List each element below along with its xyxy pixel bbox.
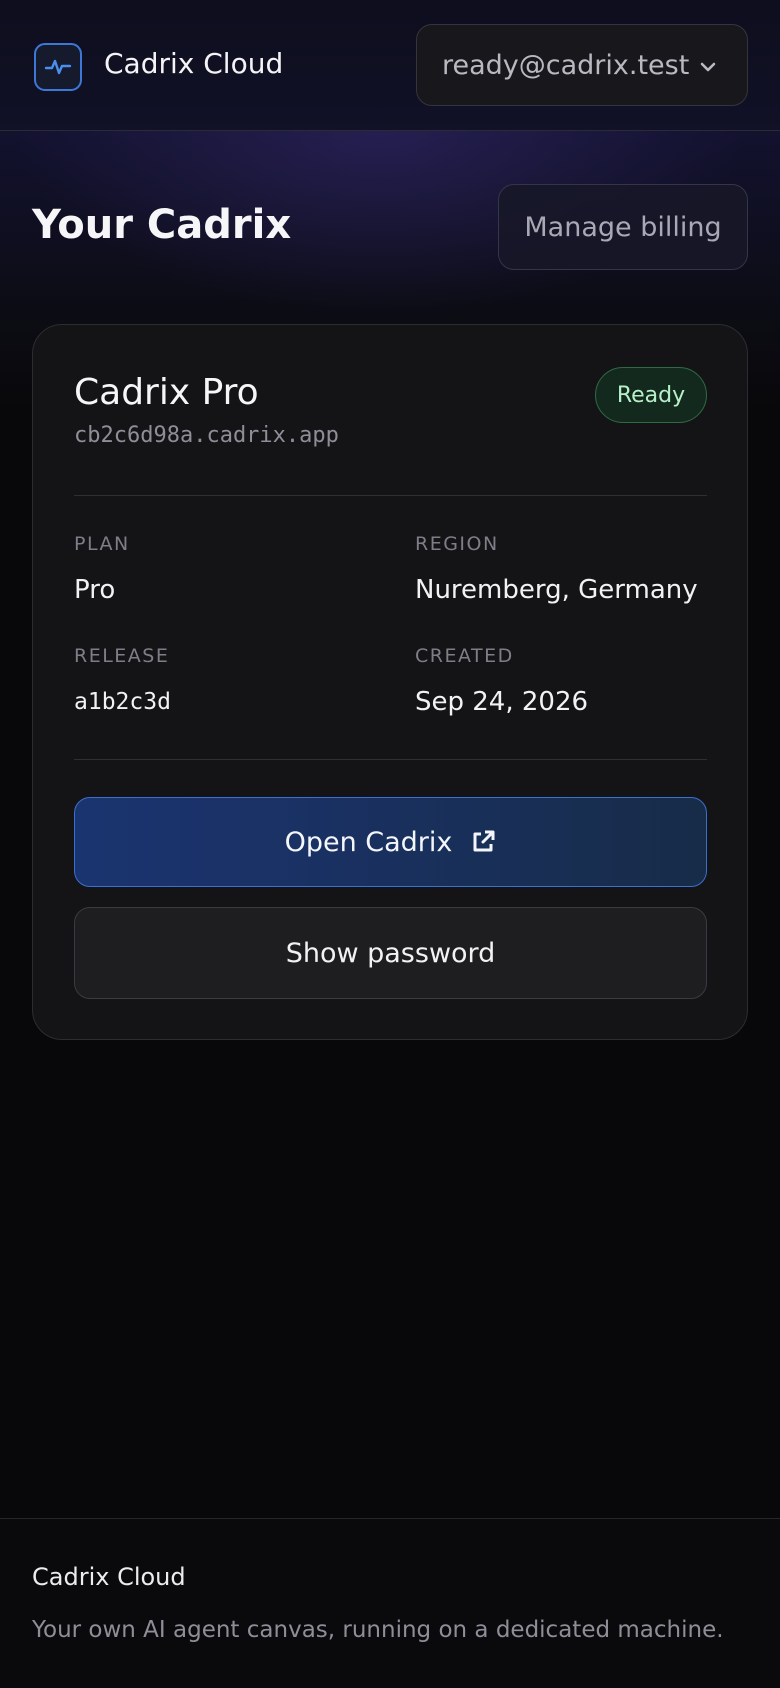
created-value: Sep 24, 2026	[415, 687, 589, 717]
page-footer: Cadrix Cloud Your own AI agent canvas, r…	[0, 1518, 780, 1688]
external-link-icon	[473, 830, 495, 852]
show-password-button[interactable]: Show password	[74, 907, 707, 999]
footer-brand: Cadrix Cloud	[32, 1563, 186, 1591]
release-label: RELEASE	[74, 645, 170, 667]
pulse-glyph	[44, 59, 72, 75]
instance-hostname: cb2c6d98a.cadrix.app	[74, 423, 339, 448]
account-menu-button[interactable]: ready@cadrix.test	[416, 24, 748, 106]
created-label: CREATED	[415, 645, 514, 667]
chevron-down-icon	[700, 62, 716, 72]
top-header: Cadrix Cloud ready@cadrix.test	[0, 0, 780, 131]
open-cadrix-label: Open Cadrix	[284, 826, 453, 858]
region-label: REGION	[415, 533, 499, 555]
status-badge: Ready	[595, 367, 707, 423]
plan-label: PLAN	[74, 533, 130, 555]
brand-name[interactable]: Cadrix Cloud	[104, 44, 283, 84]
footer-tagline: Your own AI agent canvas, running on a d…	[32, 1617, 724, 1643]
card-divider-bottom	[74, 759, 707, 760]
manage-billing-button[interactable]: Manage billing	[498, 184, 748, 270]
account-email: ready@cadrix.test	[442, 49, 690, 81]
plan-value: Pro	[74, 575, 116, 605]
activity-pulse-icon	[34, 43, 82, 91]
region-value: Nuremberg, Germany	[415, 575, 698, 605]
open-cadrix-button[interactable]: Open Cadrix	[74, 797, 707, 887]
card-divider-top	[74, 495, 707, 496]
release-value: a1b2c3d	[74, 689, 171, 715]
instance-title: Cadrix Pro	[74, 372, 259, 413]
page-title: Your Cadrix	[32, 202, 292, 248]
instance-card: Cadrix Pro cb2c6d98a.cadrix.app Ready PL…	[32, 324, 748, 1040]
